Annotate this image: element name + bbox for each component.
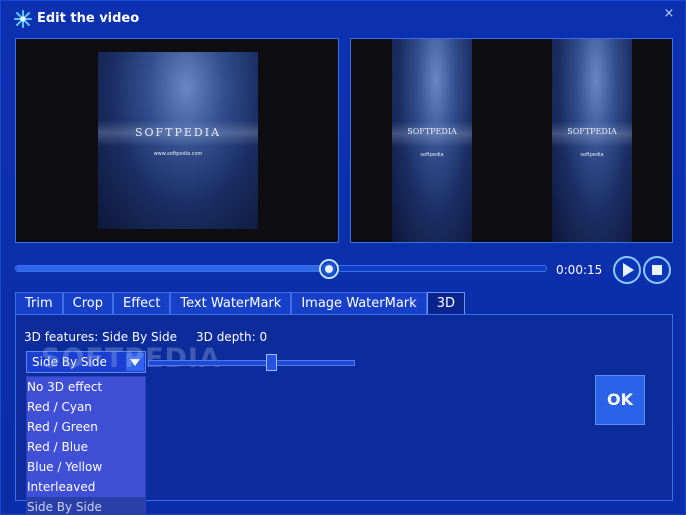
frame-url: www.softpedia.com bbox=[153, 151, 203, 157]
frame-title: SOFTPEDIA bbox=[567, 127, 617, 136]
seek-thumb[interactable] bbox=[318, 259, 339, 279]
ok-button[interactable]: OK bbox=[595, 375, 645, 425]
video-frame-left-eye: SOFTPEDIA softpedia bbox=[392, 39, 472, 242]
original-preview: SOFTPEDIA www.softpedia.com bbox=[15, 38, 339, 243]
video-frame-right-eye: SOFTPEDIA softpedia bbox=[552, 39, 632, 242]
tab-crop[interactable]: Crop bbox=[62, 292, 113, 315]
tab-3d[interactable]: 3D bbox=[426, 292, 465, 315]
depth-slider-thumb[interactable] bbox=[266, 354, 278, 371]
result-preview: SOFTPEDIA softpedia SOFTPEDIA softpedia bbox=[350, 38, 673, 243]
stop-icon bbox=[652, 265, 662, 275]
option-red-green[interactable]: Red / Green bbox=[27, 417, 145, 437]
depth-slider[interactable] bbox=[148, 360, 355, 366]
seek-bar[interactable] bbox=[15, 265, 547, 272]
frame-title: SOFTPEDIA bbox=[134, 126, 222, 139]
option-side-by-side[interactable]: Side By Side bbox=[27, 497, 145, 515]
tab-image-watermark[interactable]: Image WaterMark bbox=[291, 292, 427, 315]
frame-title: SOFTPEDIA bbox=[407, 127, 457, 136]
play-icon bbox=[623, 263, 634, 277]
sparkle-icon bbox=[14, 10, 32, 28]
seek-progress bbox=[16, 266, 330, 271]
softpedia-watermark: SOFTPEDIA bbox=[41, 343, 221, 374]
edit-tabs: Trim Crop Effect Text WaterMark Image Wa… bbox=[15, 292, 465, 315]
frame-url: softpedia bbox=[580, 152, 604, 158]
window-title: Edit the video bbox=[37, 11, 140, 26]
frame-url: softpedia bbox=[420, 152, 444, 158]
title-bar: Edit the video × bbox=[1, 1, 686, 35]
stop-button[interactable] bbox=[643, 256, 671, 284]
time-display: 0:00:15 bbox=[556, 263, 603, 277]
3d-mode-dropdown: No 3D effect Red / Cyan Red / Green Red … bbox=[26, 376, 146, 515]
3d-depth-label: 3D depth: 0 bbox=[196, 330, 268, 344]
tab-trim[interactable]: Trim bbox=[15, 292, 63, 315]
tab-effect[interactable]: Effect bbox=[113, 292, 171, 315]
video-frame: SOFTPEDIA www.softpedia.com bbox=[98, 52, 258, 229]
play-button[interactable] bbox=[613, 256, 641, 284]
tab-text-watermark[interactable]: Text WaterMark bbox=[170, 292, 292, 315]
3d-features-label: 3D features: Side By Side bbox=[24, 330, 177, 344]
option-red-blue[interactable]: Red / Blue bbox=[27, 437, 145, 457]
option-blue-yellow[interactable]: Blue / Yellow bbox=[27, 457, 145, 477]
option-no-3d-effect[interactable]: No 3D effect bbox=[27, 377, 145, 397]
close-icon[interactable]: × bbox=[662, 7, 676, 21]
option-red-cyan[interactable]: Red / Cyan bbox=[27, 397, 145, 417]
option-interleaved[interactable]: Interleaved bbox=[27, 477, 145, 497]
edit-video-window: Edit the video × SOFTPEDIA www.softpedia… bbox=[0, 0, 686, 515]
